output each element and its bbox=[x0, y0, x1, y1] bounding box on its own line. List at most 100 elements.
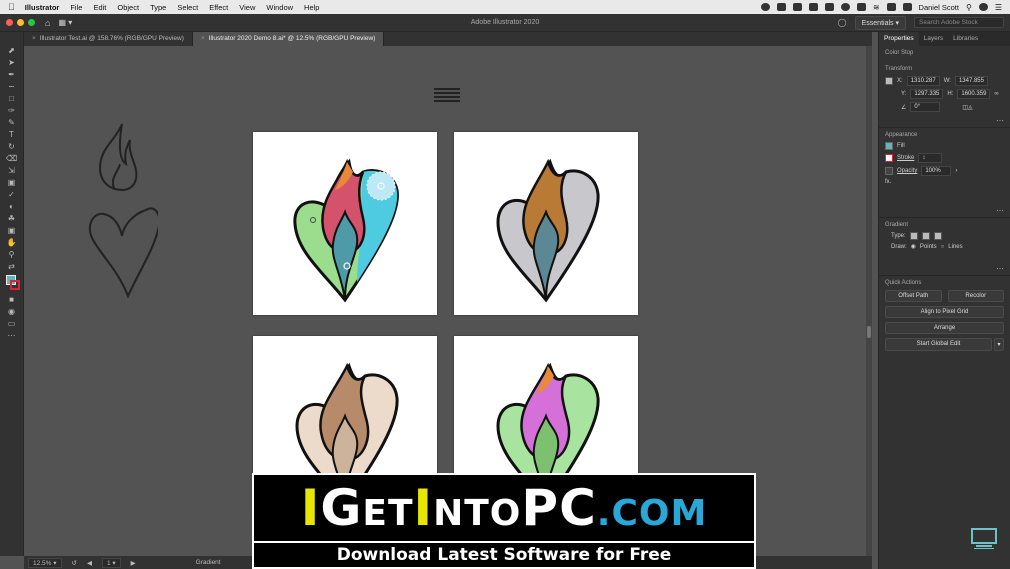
opacity-field[interactable]: 100% bbox=[921, 166, 952, 176]
menu-help[interactable]: Help bbox=[304, 3, 319, 12]
rotate-tool-icon[interactable]: ↻ bbox=[4, 141, 20, 152]
artboard-tool-icon[interactable]: ▣ bbox=[4, 225, 20, 236]
pen-tool-icon[interactable]: ✒ bbox=[4, 69, 20, 80]
x-field[interactable]: 1310.287 bbox=[906, 76, 940, 86]
more-options-icon[interactable]: ⋯ bbox=[996, 206, 1004, 215]
sketch-artwork[interactable] bbox=[88, 120, 158, 300]
swap-colors-icon[interactable]: ⇄ bbox=[4, 261, 20, 272]
menu-edit[interactable]: Edit bbox=[93, 3, 106, 12]
rotate-view-icon[interactable]: ↺ bbox=[72, 559, 77, 567]
heart-flame-artwork[interactable] bbox=[253, 132, 437, 315]
zoom-tool-icon[interactable]: ⚲ bbox=[4, 249, 20, 260]
arrange-button[interactable]: Arrange bbox=[885, 322, 1004, 334]
draw-mode-icon[interactable]: ◉ bbox=[4, 306, 20, 317]
vertical-scrollbar[interactable] bbox=[866, 46, 872, 556]
type-tool-icon[interactable]: T bbox=[4, 129, 20, 140]
lightbulb-icon[interactable]: ◯ bbox=[838, 18, 847, 27]
menu-type[interactable]: Type bbox=[150, 3, 166, 12]
direct-selection-tool-icon[interactable]: ➤ bbox=[4, 57, 20, 68]
menu-select[interactable]: Select bbox=[177, 3, 198, 12]
hand-tool-icon[interactable]: ✋ bbox=[4, 237, 20, 248]
symbol-sprayer-icon[interactable]: ☘ bbox=[4, 213, 20, 224]
heart-flame-artwork[interactable] bbox=[454, 132, 638, 315]
fx-label[interactable]: fx. bbox=[885, 179, 891, 185]
angle-field[interactable]: 0° bbox=[910, 102, 941, 112]
more-options-icon[interactable]: ⋯ bbox=[996, 116, 1004, 125]
apple-icon[interactable]:  bbox=[8, 2, 15, 12]
battery-icon[interactable] bbox=[902, 3, 912, 11]
chevron-right-icon[interactable]: › bbox=[955, 168, 957, 174]
gradient-tool-icon[interactable]: ▣ bbox=[4, 177, 20, 188]
rectangle-tool-icon[interactable]: □ bbox=[4, 93, 20, 104]
more-options-icon[interactable]: ⋯ bbox=[996, 264, 1004, 273]
align-pixel-grid-button[interactable]: Align to Pixel Grid bbox=[885, 306, 1004, 318]
tab-properties[interactable]: Properties bbox=[879, 32, 919, 46]
w-field[interactable]: 1347.855 bbox=[954, 76, 988, 86]
artboard-2[interactable] bbox=[454, 132, 638, 315]
search-icon[interactable]: ⚲ bbox=[966, 3, 972, 12]
more-tools-icon[interactable]: ⋯ bbox=[4, 330, 20, 341]
siri-icon[interactable] bbox=[978, 3, 988, 11]
scale-tool-icon[interactable]: ⇲ bbox=[4, 165, 20, 176]
workspace-switcher[interactable]: Essentials ▾ bbox=[854, 15, 906, 30]
creative-cloud-icon[interactable] bbox=[760, 3, 770, 11]
prev-artboard-icon[interactable]: ◀ bbox=[87, 559, 92, 567]
tab-illustrator-test[interactable]: × Illustrator Test.ai @ 158.76% (RGB/GPU … bbox=[24, 32, 193, 46]
eraser-tool-icon[interactable]: ⌫ bbox=[4, 153, 20, 164]
stroke-color-swatch[interactable] bbox=[885, 154, 893, 162]
menu-view[interactable]: View bbox=[239, 3, 255, 12]
volume-icon[interactable] bbox=[886, 3, 896, 11]
maximize-icon[interactable] bbox=[28, 19, 35, 26]
offset-path-button[interactable]: Offset Path bbox=[885, 290, 942, 302]
status-icon[interactable] bbox=[808, 3, 818, 11]
stroke-swatch[interactable] bbox=[10, 280, 20, 290]
eyedropper-tool-icon[interactable]: ✓ bbox=[4, 189, 20, 200]
minimize-icon[interactable] bbox=[17, 19, 24, 26]
linear-gradient-icon[interactable] bbox=[909, 232, 918, 240]
home-icon[interactable]: ⌂ bbox=[45, 18, 50, 28]
blend-tool-icon[interactable]: ◐ bbox=[4, 201, 20, 212]
selection-tool-icon[interactable]: ⬈ bbox=[4, 45, 20, 56]
artboard-field[interactable]: 1 ▾ bbox=[101, 557, 121, 568]
curvature-tool-icon[interactable]: ∽ bbox=[4, 81, 20, 92]
artboard-1[interactable] bbox=[253, 132, 437, 315]
radial-gradient-icon[interactable] bbox=[921, 232, 930, 240]
flip-icons[interactable]: ◫◬ bbox=[962, 104, 972, 111]
user-name[interactable]: Daniel Scott bbox=[919, 3, 959, 12]
radio-lines-icon[interactable]: ○ bbox=[941, 244, 945, 250]
bluetooth-icon[interactable] bbox=[856, 3, 866, 11]
wifi-icon[interactable]: ≋ bbox=[873, 3, 880, 12]
scroll-thumb[interactable] bbox=[867, 326, 871, 338]
next-artboard-icon[interactable]: ▶ bbox=[131, 559, 136, 567]
color-mode-icon[interactable]: ■ bbox=[4, 294, 20, 305]
zoom-field[interactable]: 12.5% ▾ bbox=[28, 557, 62, 568]
arrange-documents-icon[interactable]: ▦ ▾ bbox=[58, 18, 72, 27]
opacity-label[interactable]: Opacity bbox=[897, 168, 917, 174]
screen-mode-icon[interactable]: ▭ bbox=[4, 318, 20, 329]
status-icon[interactable] bbox=[776, 3, 786, 11]
fill-color-swatch[interactable] bbox=[885, 142, 893, 150]
menu-file[interactable]: File bbox=[70, 3, 82, 12]
stock-search-input[interactable]: Search Adobe Stock bbox=[914, 17, 1004, 28]
stroke-label[interactable]: Stroke bbox=[897, 155, 914, 161]
freeform-gradient-icon[interactable] bbox=[933, 232, 942, 240]
radio-points-icon[interactable]: ◉ bbox=[911, 243, 916, 250]
menu-object[interactable]: Object bbox=[117, 3, 139, 12]
time-machine-icon[interactable] bbox=[840, 3, 850, 11]
reference-point-icon[interactable] bbox=[885, 77, 893, 85]
close-icon[interactable]: × bbox=[32, 35, 36, 42]
start-global-edit-button[interactable]: Start Global Edit bbox=[885, 338, 992, 351]
shaper-tool-icon[interactable]: ✎ bbox=[4, 117, 20, 128]
close-icon[interactable]: × bbox=[201, 35, 205, 42]
notification-icon[interactable]: ☰ bbox=[995, 3, 1002, 12]
link-icon[interactable]: ∞ bbox=[994, 91, 998, 97]
tab-layers[interactable]: Layers bbox=[919, 32, 949, 46]
menu-window[interactable]: Window bbox=[266, 3, 293, 12]
close-icon[interactable] bbox=[6, 19, 13, 26]
menu-app[interactable]: Illustrator bbox=[25, 3, 60, 12]
stroke-weight-field[interactable]: ↕ bbox=[918, 153, 943, 163]
recolor-button[interactable]: Recolor bbox=[947, 290, 1004, 302]
status-icon[interactable] bbox=[824, 3, 834, 11]
status-icon[interactable] bbox=[792, 3, 802, 11]
chevron-down-icon[interactable]: ▾ bbox=[994, 338, 1004, 351]
